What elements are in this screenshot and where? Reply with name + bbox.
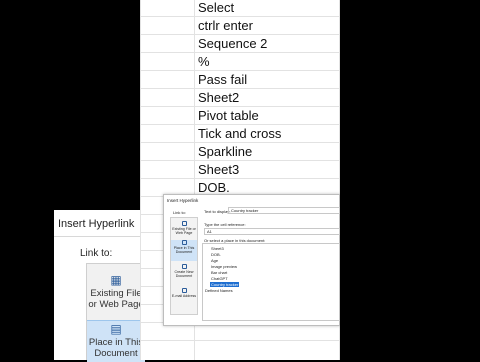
text-to-display-input[interactable]: Country tracker bbox=[228, 207, 340, 214]
cell-text[interactable]: DOB. bbox=[198, 180, 230, 195]
tree-item[interactable]: ChatGPT bbox=[211, 276, 228, 281]
new-document-icon bbox=[181, 264, 187, 269]
background-link-to-list: ▦ Existing File or Web Page ▤ Place in T… bbox=[86, 263, 145, 362]
background-dialog-title: Insert Hyperlink bbox=[58, 218, 135, 230]
background-link-existing-file[interactable]: ▦ Existing File or Web Page bbox=[87, 272, 145, 310]
tree-item[interactable]: Sheet3 bbox=[211, 246, 224, 251]
cell-text[interactable]: Sheet3 bbox=[198, 162, 239, 177]
cell-text[interactable]: Select bbox=[198, 0, 234, 15]
tree-item-selected[interactable]: Country tracker bbox=[210, 282, 240, 287]
link-to-label: Link to: bbox=[173, 210, 186, 215]
cell-text[interactable]: ctrlr enter bbox=[198, 18, 253, 33]
link-place-label: Place in This Document bbox=[173, 246, 195, 255]
row-gridline bbox=[140, 34, 340, 35]
row-gridline bbox=[140, 16, 340, 17]
tree-item[interactable]: Bar chart bbox=[211, 270, 227, 275]
dialog-title: Insert Hyperlink bbox=[167, 198, 199, 203]
row-gridline bbox=[140, 124, 340, 125]
cell-text[interactable]: Tick and cross bbox=[198, 126, 281, 141]
cell-reference-label: Type the cell reference: bbox=[204, 222, 246, 227]
row-gridline bbox=[140, 160, 340, 161]
cell-text[interactable]: Sparkline bbox=[198, 144, 252, 159]
link-create-new-document-button[interactable]: Create New Document bbox=[171, 264, 197, 279]
cell-reference-input[interactable]: A1 bbox=[204, 228, 340, 235]
document-icon bbox=[181, 240, 187, 245]
link-place-in-document-button[interactable]: Place in This Document bbox=[171, 240, 197, 261]
cell-text[interactable]: Pivot table bbox=[198, 108, 259, 123]
insert-hyperlink-dialog: Insert Hyperlink Link to: Existing File … bbox=[163, 194, 340, 326]
tree-item-defined-names[interactable]: Defined Names bbox=[205, 288, 233, 293]
document-place-tree[interactable]: Sheet3 DOB. Age Image preview Bar chart … bbox=[202, 243, 340, 321]
link-existing-file-button[interactable]: Existing File or Web Page bbox=[171, 221, 197, 236]
tree-item[interactable]: Image preview bbox=[211, 264, 237, 269]
row-gridline bbox=[140, 88, 340, 89]
link-to-list: Existing File or Web Page Place in This … bbox=[170, 217, 198, 315]
divider bbox=[54, 236, 144, 237]
cell-text[interactable]: % bbox=[198, 54, 210, 69]
text-to-display-label: Text to display: bbox=[204, 209, 231, 214]
globe-file-icon: ▦ bbox=[110, 273, 122, 287]
row-gridline bbox=[140, 178, 340, 179]
background-link-place-label: Place in This Document bbox=[88, 337, 144, 359]
link-create-label: Create New Document bbox=[174, 270, 194, 279]
background-link-to-label: Link to: bbox=[80, 248, 113, 259]
row-gridline bbox=[140, 106, 340, 107]
globe-file-icon bbox=[181, 221, 187, 226]
tree-item[interactable]: DOB. bbox=[211, 252, 221, 257]
cell-text[interactable]: Sheet2 bbox=[198, 90, 239, 105]
column-gridline bbox=[140, 0, 141, 360]
link-email-label: E-mail Address bbox=[171, 294, 197, 298]
background-link-place-in-document[interactable]: ▤ Place in This Document bbox=[87, 320, 145, 362]
row-gridline bbox=[140, 70, 340, 71]
row-gridline bbox=[140, 142, 340, 143]
row-gridline bbox=[140, 340, 340, 341]
email-icon bbox=[181, 288, 187, 293]
background-link-existing-file-label: Existing File or Web Page bbox=[88, 288, 144, 310]
tree-item[interactable]: Age bbox=[211, 258, 218, 263]
cell-text[interactable]: Pass fail bbox=[198, 72, 247, 87]
row-gridline bbox=[140, 52, 340, 53]
cell-text[interactable]: Sequence 2 bbox=[198, 36, 267, 51]
link-existing-file-label: Existing File or Web Page bbox=[172, 227, 196, 236]
link-email-address-button[interactable]: E-mail Address bbox=[171, 288, 197, 298]
document-icon: ▤ bbox=[110, 322, 122, 336]
